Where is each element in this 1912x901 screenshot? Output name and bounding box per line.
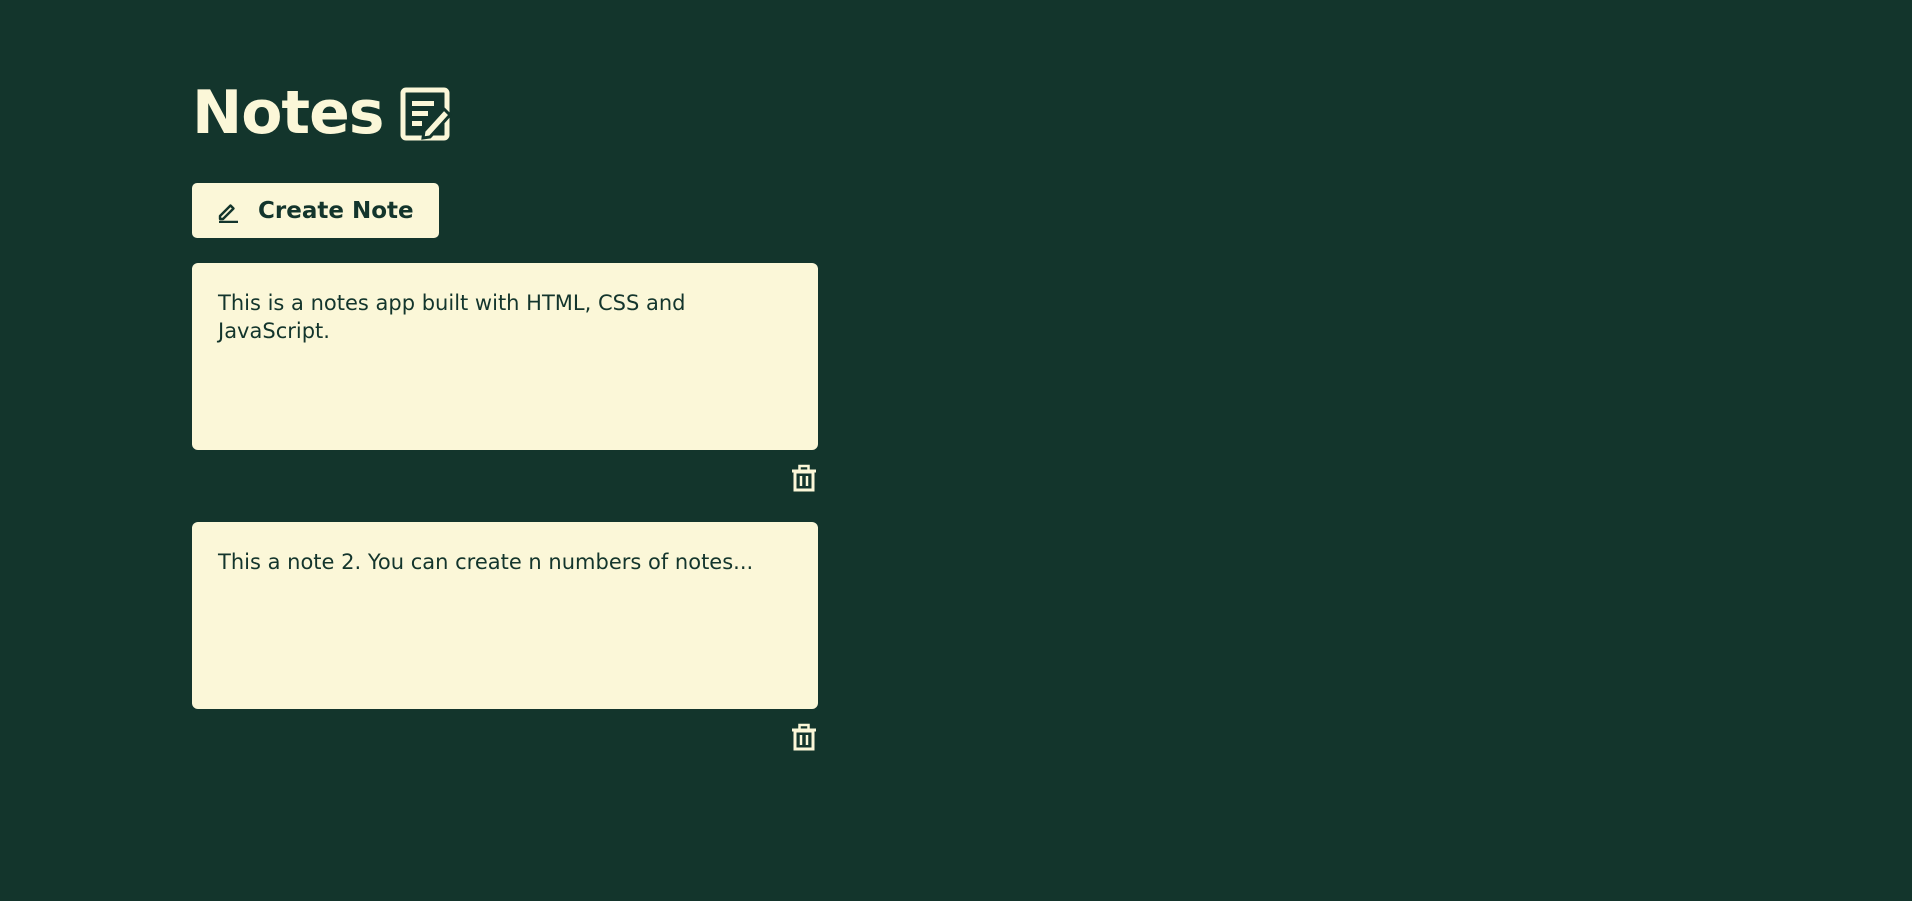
note-item: This a note 2. You can create n numbers … xyxy=(192,522,818,763)
note-input[interactable]: This is a notes app built with HTML, CSS… xyxy=(192,263,818,450)
notes-list: This is a notes app built with HTML, CSS… xyxy=(192,263,818,763)
trash-icon xyxy=(792,723,816,750)
delete-note-button[interactable] xyxy=(790,722,818,752)
header: Notes xyxy=(192,80,818,147)
create-note-label: Create Note xyxy=(258,197,414,224)
note-item: This is a notes app built with HTML, CSS… xyxy=(192,263,818,504)
delete-note-button[interactable] xyxy=(790,463,818,493)
note-edit-icon xyxy=(400,87,452,141)
pencil-icon xyxy=(216,199,240,223)
create-note-button[interactable]: Create Note xyxy=(192,183,439,238)
trash-icon xyxy=(792,464,816,491)
note-actions xyxy=(192,709,818,763)
note-input[interactable]: This a note 2. You can create n numbers … xyxy=(192,522,818,709)
page-title: Notes xyxy=(192,78,385,148)
note-actions xyxy=(192,450,818,504)
notes-app: Notes Create Note This is a notes app bu… xyxy=(192,80,818,781)
